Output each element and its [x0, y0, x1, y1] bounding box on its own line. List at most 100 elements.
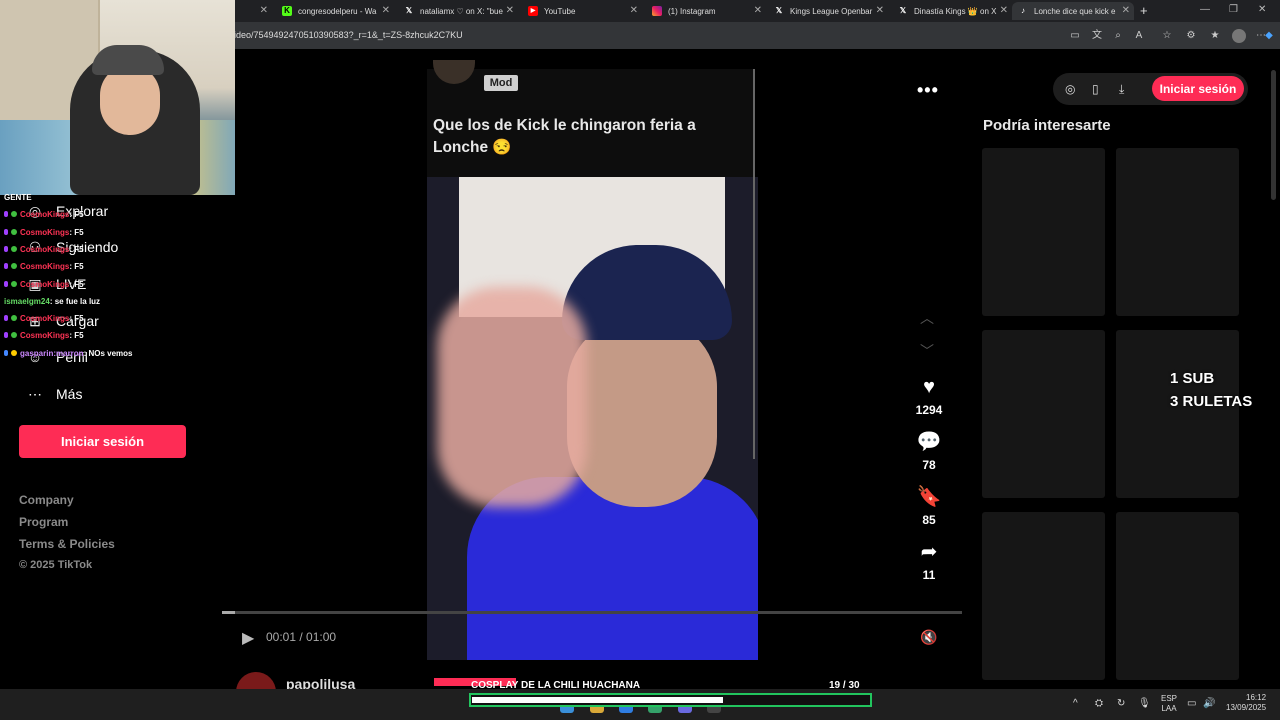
mod-badge: Mod — [484, 75, 518, 91]
suggested-video-thumb[interactable] — [1116, 512, 1239, 680]
mute-icon[interactable]: 🔇 — [920, 629, 937, 646]
zoom-icon[interactable]: ⌕ — [1111, 29, 1125, 43]
webcam-overlay — [0, 0, 235, 195]
heart-icon: ♥ — [923, 376, 935, 398]
download-icon[interactable]: ⤓ — [1119, 82, 1124, 97]
chat-message: CosmoKings: F5 — [4, 280, 84, 289]
minimize-icon[interactable]: — — [1200, 4, 1210, 15]
profile-avatar[interactable] — [1232, 29, 1246, 43]
translate-icon[interactable]: 文 — [1090, 29, 1104, 43]
save-button[interactable]: 🔖 85 — [914, 485, 944, 527]
browser-tab[interactable]: ✕ — [240, 2, 272, 20]
footer-link-company[interactable]: Company — [19, 493, 74, 507]
chat-message: CosmoKings: F5 — [4, 228, 84, 237]
chevron-up-icon[interactable]: ︿ — [920, 308, 934, 328]
tab-label: (1) Instagram — [668, 6, 716, 16]
close-window-icon[interactable]: ✕ — [1258, 4, 1266, 15]
play-icon[interactable]: ▶ — [242, 628, 254, 648]
phone-icon[interactable]: ▯ — [1092, 82, 1099, 96]
tiktok-icon: ♪ — [1021, 6, 1025, 15]
browser-tab-active[interactable]: ♪ Lonche dice que kick e ✕ — [1012, 2, 1134, 20]
tab-label: YouTube — [544, 6, 576, 16]
suggested-video-thumb[interactable] — [982, 148, 1105, 316]
video-subject-hand — [437, 287, 587, 507]
close-tab-icon[interactable]: ✕ — [260, 5, 268, 16]
read-aloud-icon[interactable]: A — [1132, 29, 1146, 43]
youtube-icon: ▶ — [528, 6, 538, 16]
footer-link-terms[interactable]: Terms & Policies — [19, 537, 115, 551]
suggested-video-thumb[interactable] — [1116, 330, 1239, 498]
network-icon[interactable]: ⛭ — [1095, 698, 1103, 709]
suggestions-title: Podría interesarte — [983, 117, 1111, 134]
scrollbar[interactable] — [1271, 70, 1276, 200]
close-tab-icon[interactable]: ✕ — [876, 5, 884, 16]
chat-message: CosmoKings: F5 — [4, 210, 84, 219]
sidebar-item-more[interactable]: ⋯ Más — [26, 385, 82, 403]
url-field[interactable]: ideo/7549492470510390583?_r=1&_t=ZS-8zhc… — [234, 30, 463, 40]
extensions-icon[interactable]: ⚙ — [1184, 29, 1198, 43]
sidebar-item-label: Más — [56, 386, 83, 402]
chat-user: CosmoKings — [20, 280, 70, 289]
sidebar-login-button[interactable]: Iniciar sesión — [19, 425, 186, 458]
promo-line: 1 SUB — [1170, 370, 1215, 387]
close-tab-icon[interactable]: ✕ — [382, 5, 390, 16]
favorites-icon[interactable]: ★ — [1208, 29, 1222, 43]
compass-icon[interactable]: ◎ — [1065, 82, 1075, 96]
chat-text: : se fue la luz — [49, 297, 101, 306]
chat-text: : F5 — [69, 245, 84, 254]
suggested-video-thumb[interactable] — [1116, 148, 1239, 316]
browser-tab[interactable]: ▶ YouTube ✕ — [522, 2, 642, 20]
language-code: ESP — [1161, 694, 1178, 703]
goal-progress-fill — [472, 697, 724, 703]
clock-date: 13/09/2025 — [1226, 703, 1267, 712]
browser-tab[interactable]: 𝕏 Kings League Openbar ✕ — [768, 2, 888, 20]
browser-tab[interactable]: (1) Instagram ✕ — [646, 2, 766, 20]
chat-user: CosmoKings — [20, 245, 70, 254]
maximize-icon[interactable]: ❐ — [1229, 4, 1238, 15]
kick-icon: K — [282, 6, 292, 16]
login-button[interactable]: Iniciar sesión — [1152, 76, 1244, 101]
chat-user: CosmoKings — [20, 331, 70, 340]
more-options-icon[interactable]: ••• — [917, 80, 939, 101]
close-tab-icon[interactable]: ✕ — [630, 5, 638, 16]
like-button[interactable]: ♥ 1294 — [914, 375, 944, 417]
system-clock[interactable]: 16:12 13/09/2025 — [1226, 693, 1266, 713]
browser-tab[interactable]: K congresodelperu - Wa ✕ — [276, 2, 394, 20]
close-tab-icon[interactable]: ✕ — [754, 5, 762, 16]
chat-header: GENTE — [4, 193, 32, 202]
share-button[interactable]: ➦ 11 — [914, 540, 944, 582]
suggested-video-thumb[interactable] — [982, 512, 1105, 680]
share-icon: ➦ — [920, 541, 938, 563]
chevron-up-icon[interactable]: ^ — [1073, 698, 1078, 709]
chat-user: CosmoKings — [20, 314, 70, 323]
browser-tab[interactable]: 𝕏 Dinastía Kings 👑 on X ✕ — [892, 2, 1012, 20]
favorite-star-icon[interactable]: ☆ — [1160, 29, 1174, 43]
footer-link-program[interactable]: Program — [19, 515, 68, 529]
display-icon[interactable]: ▭ — [1187, 698, 1196, 709]
volume-icon[interactable]: 🔊 — [1203, 698, 1215, 709]
comment-button[interactable]: 💬 78 — [914, 430, 944, 472]
comment-icon: 💬 — [916, 431, 942, 453]
close-tab-icon[interactable]: ✕ — [1122, 5, 1130, 16]
microphone-icon[interactable]: 🎙 — [1138, 698, 1151, 709]
promo-line: 3 RULETAS — [1170, 393, 1253, 410]
new-tab-button[interactable]: + — [1140, 3, 1148, 18]
tab-label: Dinastía Kings 👑 on X — [914, 6, 997, 16]
clock-time: 16:12 — [1246, 693, 1267, 702]
video-frame[interactable] — [427, 177, 758, 660]
chevron-down-icon[interactable]: ﹀ — [920, 341, 934, 361]
video-time: 00:01 / 01:00 — [266, 630, 337, 644]
copilot-icon[interactable]: ◆ — [1262, 29, 1276, 43]
sync-icon[interactable]: ↻ — [1117, 698, 1125, 709]
language-indicator[interactable]: ESP LAA — [1161, 694, 1177, 714]
video-progress-bar[interactable] — [222, 611, 962, 614]
screen-icon[interactable]: ▭ — [1068, 29, 1082, 43]
chat-message: CosmoKings: F5 — [4, 314, 84, 323]
footer-copyright: © 2025 TikTok — [19, 559, 93, 571]
close-tab-icon[interactable]: ✕ — [506, 5, 514, 16]
browser-tab[interactable]: 𝕏 nataliamx ♡ on X: "bue ✕ — [398, 2, 518, 20]
close-tab-icon[interactable]: ✕ — [1000, 5, 1008, 16]
chat-message: gasparin:marron: NOs vemos — [4, 349, 132, 358]
suggested-video-thumb[interactable] — [982, 330, 1105, 498]
chat-user: CosmoKings — [20, 210, 70, 219]
